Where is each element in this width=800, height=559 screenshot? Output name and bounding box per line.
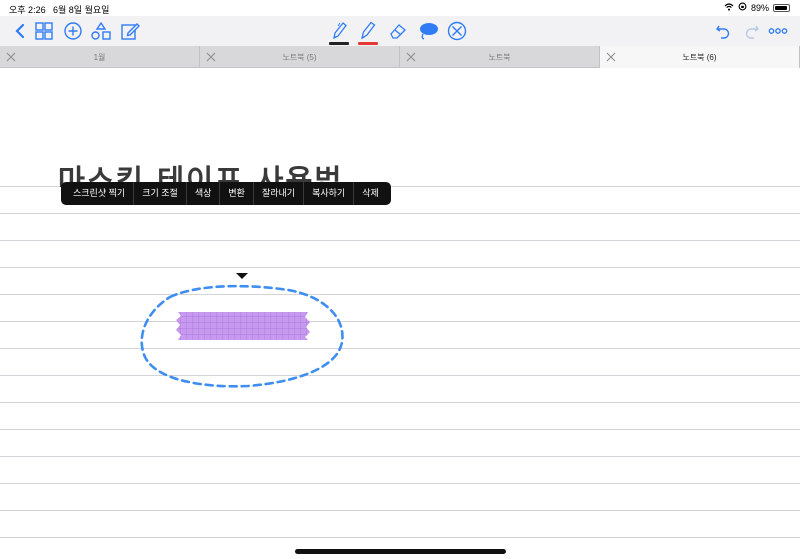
ruled-line <box>0 348 800 349</box>
ruled-line <box>0 267 800 268</box>
ruled-line <box>0 375 800 376</box>
ruled-line <box>0 294 800 295</box>
ruled-line <box>0 537 800 538</box>
menu-item-copy[interactable]: 복사하기 <box>304 182 355 205</box>
eraser-tool-icon[interactable] <box>386 19 410 43</box>
highlighter-tool-icon[interactable] <box>356 19 380 45</box>
tab-bar: 1월 노트북 (5) 노트북 노트북 (6) <box>0 46 800 68</box>
status-time: 오후 2:26 <box>9 5 46 15</box>
tab-label: 1월 <box>93 52 106 62</box>
undo-icon[interactable] <box>711 19 735 43</box>
ruled-line <box>0 456 800 457</box>
pen-color-swatch <box>329 42 349 45</box>
ruled-line <box>0 483 800 484</box>
status-bar: 오후 2:26 6월 8일 월요일 89% <box>0 0 800 16</box>
cancel-circle-icon[interactable] <box>445 19 469 43</box>
lasso-tool-icon[interactable] <box>416 19 440 43</box>
close-icon[interactable] <box>5 51 17 63</box>
close-icon[interactable] <box>605 51 617 63</box>
more-icon[interactable] <box>766 19 790 43</box>
context-menu-pointer <box>236 273 248 279</box>
add-circle-icon[interactable] <box>61 19 85 43</box>
shapes-icon[interactable] <box>89 19 113 43</box>
redo-icon[interactable] <box>740 19 764 43</box>
ruled-line <box>0 429 800 430</box>
toolbar <box>0 16 800 46</box>
home-indicator[interactable] <box>295 549 506 554</box>
tab-label: 노트북 (6) <box>682 52 717 62</box>
ruled-line <box>0 510 800 511</box>
close-icon[interactable] <box>205 51 217 63</box>
tab-3[interactable]: 노트북 <box>400 46 600 68</box>
ruled-line <box>0 321 800 322</box>
tab-2[interactable]: 노트북 (5) <box>200 46 400 68</box>
menu-item-screenshot[interactable]: 스크린샷 찍기 <box>65 182 135 205</box>
highlighter-color-swatch <box>358 42 378 45</box>
battery-icon <box>773 3 790 12</box>
orientation-lock-icon <box>738 2 747 13</box>
status-date: 6월 8일 월요일 <box>53 5 110 15</box>
ruled-line <box>0 402 800 403</box>
menu-item-color[interactable]: 색상 <box>187 182 221 205</box>
battery-percent: 89% <box>750 2 769 13</box>
ruled-line <box>0 213 800 214</box>
menu-item-resize[interactable]: 크기 조절 <box>134 182 187 205</box>
grid-view-icon[interactable] <box>32 19 56 43</box>
tab-4[interactable]: 노트북 (6) <box>600 46 800 68</box>
menu-item-cut[interactable]: 잘라내기 <box>254 182 305 205</box>
menu-item-transform[interactable]: 변환 <box>220 182 254 205</box>
masking-tape-image[interactable] <box>174 310 312 342</box>
back-chevron-icon[interactable] <box>8 19 32 43</box>
context-menu: 스크린샷 찍기 크기 조절 색상 변환 잘라내기 복사하기 삭제 <box>61 182 391 205</box>
wifi-icon <box>724 2 734 13</box>
tab-label: 노트북 (5) <box>282 52 317 62</box>
tab-label: 노트북 <box>488 52 511 62</box>
status-indicators: 89% <box>724 2 790 13</box>
pen-tool-icon[interactable] <box>327 19 351 45</box>
close-icon[interactable] <box>405 51 417 63</box>
note-page[interactable]: 마스킹 테이프 사용법 <box>0 68 800 559</box>
ruled-line <box>0 240 800 241</box>
menu-item-delete[interactable]: 삭제 <box>354 182 387 205</box>
tab-1[interactable]: 1월 <box>0 46 200 68</box>
edit-note-icon[interactable] <box>118 19 142 43</box>
